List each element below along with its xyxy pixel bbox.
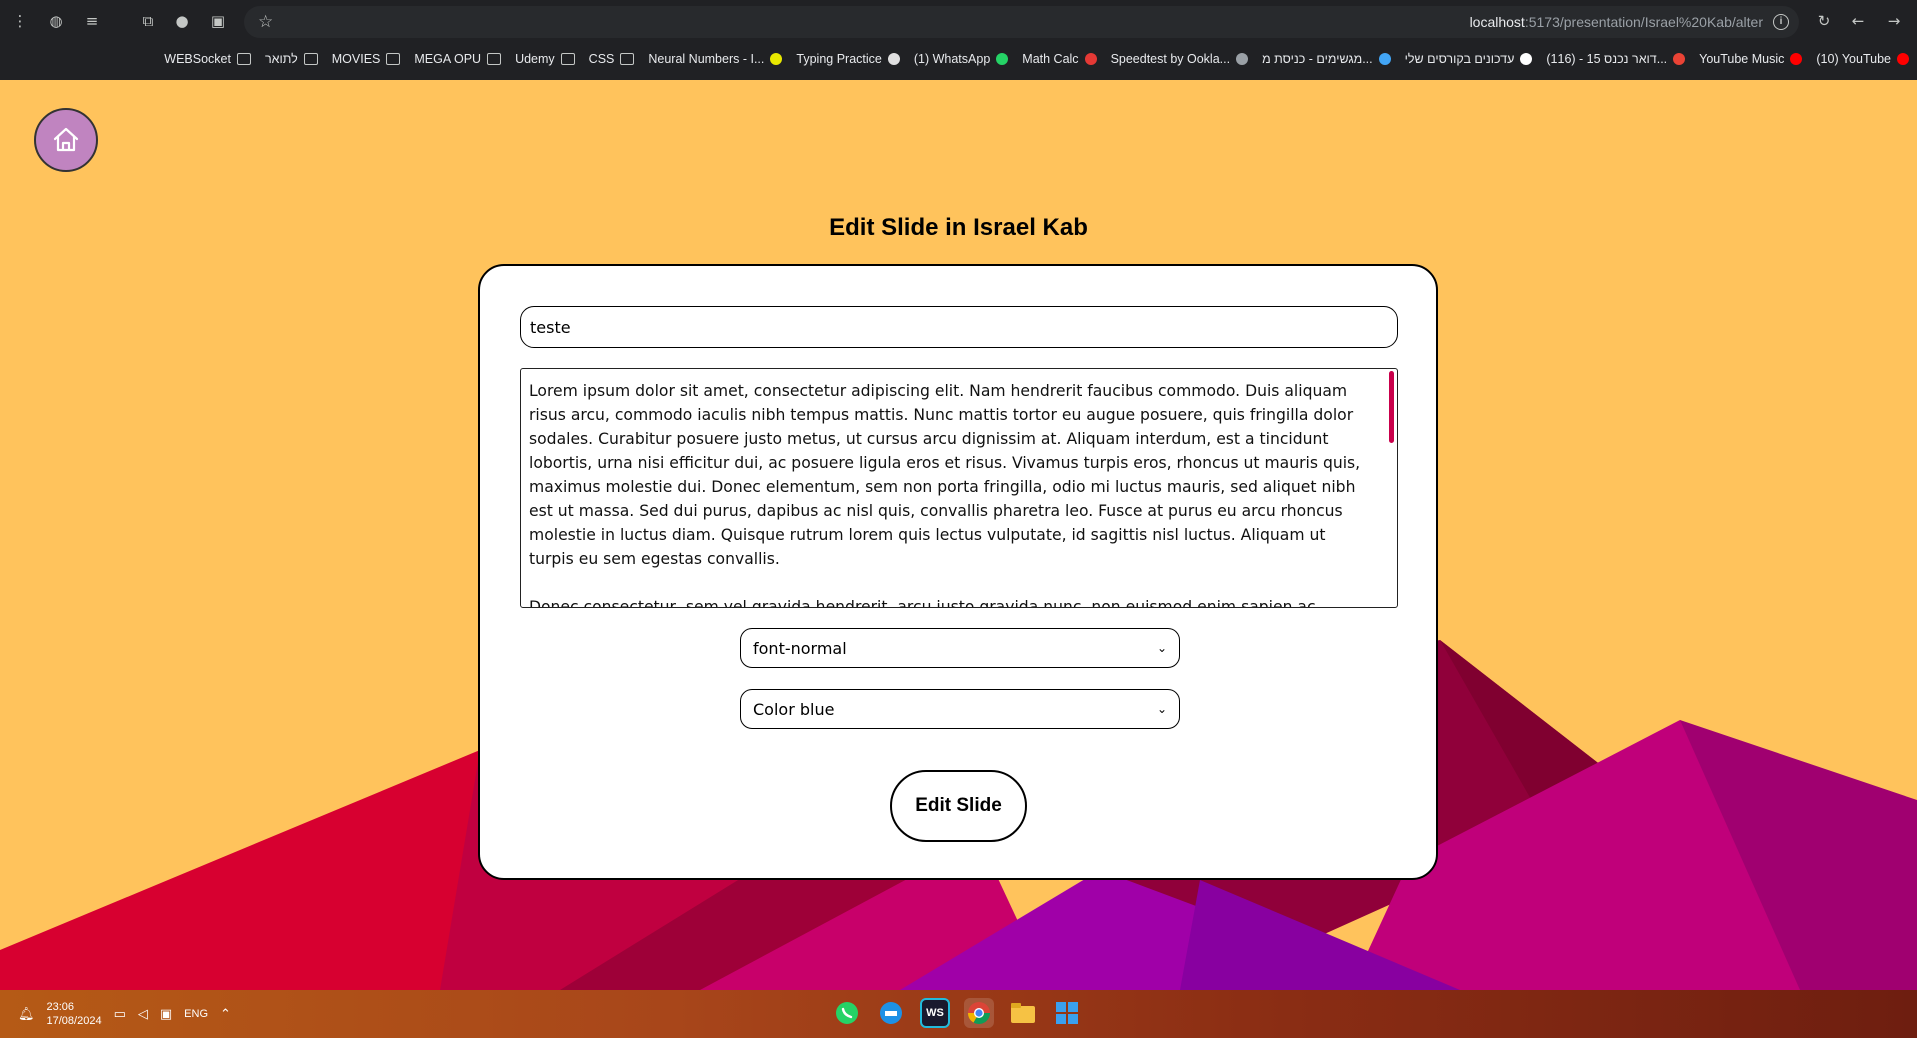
- system-tray: 🔔︎ 23:06 17/08/2024 ▭ ◁ ▣ ENG ⌃: [18, 1000, 231, 1028]
- webstorm-icon[interactable]: WS: [920, 998, 950, 1028]
- bookmark-label: YouTube Music: [1699, 52, 1785, 66]
- bookmark-label: MOVIES: [331, 52, 381, 66]
- bookmark-item[interactable]: (116) - דואר נכנס 15...: [1546, 52, 1686, 66]
- back-arrow-icon[interactable]: ←: [1848, 11, 1868, 31]
- bookmark-item[interactable]: MEGA OPU: [414, 52, 502, 66]
- edit-slide-button[interactable]: Edit Slide: [890, 770, 1027, 842]
- media-control-icon[interactable]: ≡: [82, 11, 102, 31]
- clock-date: 17/08/2024: [46, 1015, 102, 1027]
- extension-icon[interactable]: ◍: [46, 11, 66, 31]
- chrome-icon[interactable]: [964, 998, 994, 1028]
- clock-time: 23:06: [46, 1001, 75, 1013]
- bookmark-label: (10) YouTube: [1816, 52, 1891, 66]
- network-icon[interactable]: ▣: [160, 1007, 172, 1022]
- taskbar: 🔔︎ 23:06 17/08/2024 ▭ ◁ ▣ ENG ⌃ WS: [0, 990, 1917, 1038]
- bookmark-item[interactable]: MOVIES: [332, 52, 401, 66]
- bookmark-item[interactable]: Speedtest by Ookla...: [1111, 52, 1249, 66]
- content-paragraph: Donec consectetur, sem vel gravida hendr…: [529, 598, 1316, 608]
- gmail-icon: [1673, 53, 1686, 65]
- dot-icon: [770, 53, 783, 65]
- bookmark-label: Math Calc: [1022, 52, 1079, 66]
- forward-arrow-icon[interactable]: →: [1884, 11, 1904, 31]
- bookmark-item[interactable]: עדכונים בקורסים שלי: [1405, 52, 1533, 66]
- bookmark-label: לתואר: [264, 52, 298, 66]
- font-select-value: font-normal: [753, 638, 847, 658]
- youtube-icon: [1897, 53, 1909, 65]
- notification-bell-icon[interactable]: 🔔︎: [18, 1007, 35, 1022]
- clock[interactable]: 23:06 17/08/2024: [47, 1000, 102, 1028]
- folder-icon: [303, 53, 318, 65]
- taskbar-apps: WS: [832, 998, 1082, 1028]
- bookmark-item[interactable]: Neural Numbers - I...: [648, 52, 783, 66]
- bookmarks-bar: WEBSocket לתואר MOVIES MEGA OPU Udemy CSS Neur…: [164, 48, 1909, 70]
- bookmark-label: Neural Numbers - I...: [648, 52, 765, 66]
- dropper-icon[interactable]: ●: [172, 11, 192, 31]
- edit-slide-form: Lorem ipsum dolor sit amet, consectetur …: [478, 264, 1438, 880]
- textarea-scrollbar[interactable]: [1389, 371, 1394, 443]
- profile-icon[interactable]: ▣: [208, 11, 228, 31]
- docker-icon[interactable]: [876, 998, 906, 1028]
- bookmark-label: מגשימים - כניסת מ...: [1262, 52, 1373, 66]
- home-icon: [53, 127, 79, 152]
- bookmark-label: WEBSocket: [164, 52, 231, 66]
- bookmark-label: Udemy: [515, 52, 555, 66]
- bookmark-label: Speedtest by Ookla...: [1110, 52, 1231, 66]
- bookmark-item[interactable]: (1) WhatsApp: [913, 52, 1009, 66]
- bookmark-label: עדכונים בקורסים שלי: [1404, 52, 1515, 66]
- chevron-down-icon: ⌄: [1156, 702, 1167, 716]
- chevron-up-icon[interactable]: ⌃: [220, 1007, 231, 1022]
- bookmark-label: CSS: [588, 52, 615, 66]
- menu-dots-icon[interactable]: ⋮: [10, 11, 30, 31]
- file-explorer-icon[interactable]: [1008, 998, 1038, 1028]
- bookmark-label: (1) WhatsApp: [913, 52, 991, 66]
- address-bar[interactable]: ☆ localhost:5173/presentation/Israel%20K…: [244, 6, 1799, 38]
- bookmark-star-icon[interactable]: ☆: [258, 12, 273, 32]
- volume-icon[interactable]: ◁: [138, 1007, 148, 1022]
- url-text[interactable]: localhost:5173/presentation/Israel%20Kab…: [1470, 14, 1763, 30]
- bookmark-item[interactable]: מגשימים - כניסת מ...: [1262, 52, 1391, 66]
- sy-icon: [1084, 53, 1097, 65]
- bookmark-item[interactable]: YouTube Music: [1699, 52, 1803, 66]
- bookmark-item[interactable]: לתואר: [265, 52, 318, 66]
- bookmark-label: MEGA OPU: [414, 52, 482, 66]
- whatsapp-icon[interactable]: [832, 998, 862, 1028]
- ytmusic-icon: [1790, 53, 1803, 65]
- folder-icon: [487, 53, 502, 65]
- folder-icon: [560, 53, 575, 65]
- content-paragraph: Lorem ipsum dolor sit amet, consectetur …: [529, 382, 1361, 568]
- bookmark-item[interactable]: CSS: [589, 52, 635, 66]
- font-select[interactable]: font-normal ⌄: [740, 628, 1180, 668]
- folder-icon: [386, 53, 401, 65]
- speed-icon: [1236, 53, 1249, 65]
- bookmark-label: (116) - דואר נכנס 15...: [1546, 52, 1668, 66]
- browser-chrome: ⋮ ◍ ≡ ⧉ ● ▣ ☆ localhost:5173/presentatio…: [0, 0, 1917, 80]
- page-icon: [887, 53, 900, 65]
- home-button[interactable]: [34, 108, 98, 172]
- page-title: Edit Slide in Israel Kab: [829, 214, 1088, 241]
- whatsapp-icon: [996, 53, 1009, 65]
- plus-icon: [1378, 53, 1391, 65]
- bookmark-item[interactable]: Typing Practice: [796, 52, 900, 66]
- chevron-down-icon: ⌄: [1156, 641, 1167, 655]
- reload-icon[interactable]: ↻: [1814, 11, 1834, 31]
- slide-content-textarea[interactable]: Lorem ipsum dolor sit amet, consectetur …: [520, 368, 1398, 608]
- folder-icon: [236, 53, 251, 65]
- browser-toolbar: ⋮ ◍ ≡ ⧉ ● ▣ ☆ localhost:5173/presentatio…: [0, 0, 1917, 44]
- bookmark-item[interactable]: WEBSocket: [164, 52, 251, 66]
- folder-icon: [620, 53, 635, 65]
- bookmark-item[interactable]: Udemy: [515, 52, 575, 66]
- slide-title-input[interactable]: [520, 306, 1398, 348]
- bookmark-item[interactable]: Math Calc: [1022, 52, 1097, 66]
- bookmark-item[interactable]: (10) YouTube: [1816, 52, 1909, 66]
- windows-start-icon[interactable]: [1052, 998, 1082, 1028]
- battery-icon[interactable]: ▭: [114, 1007, 126, 1022]
- language-indicator[interactable]: ENG: [184, 1008, 208, 1020]
- m-icon: [1520, 53, 1533, 65]
- color-select-value: Color blue: [753, 699, 835, 719]
- color-select[interactable]: Color blue ⌄: [740, 689, 1180, 729]
- site-info-icon[interactable]: i: [1773, 14, 1789, 30]
- extensions-puzzle-icon[interactable]: ⧉: [138, 11, 158, 31]
- bookmark-label: Typing Practice: [796, 52, 882, 66]
